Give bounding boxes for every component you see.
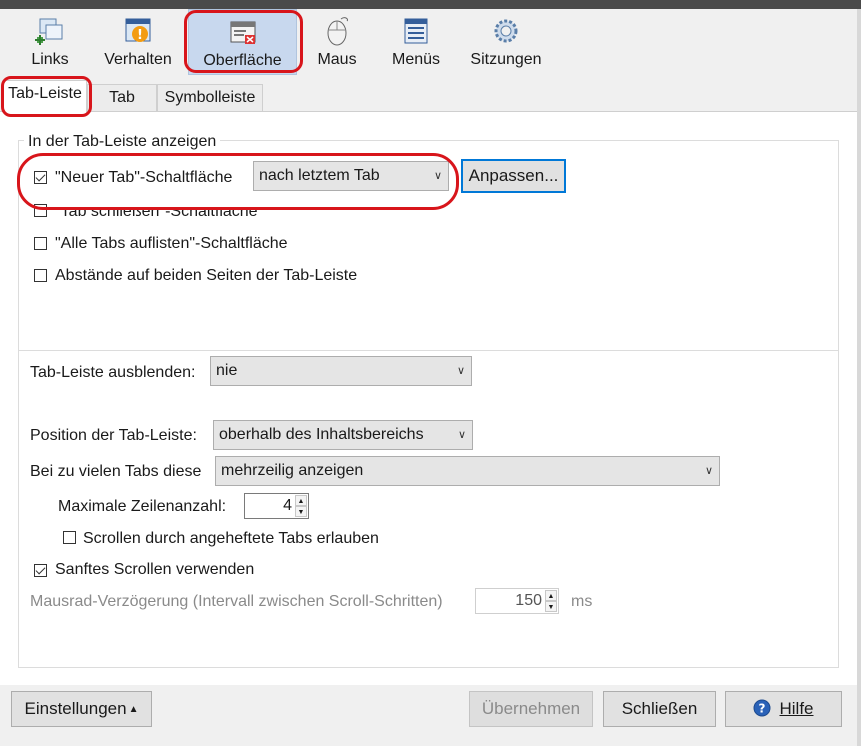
svg-text:!: ! (137, 28, 143, 43)
links-icon (35, 18, 63, 45)
sessions-icon (494, 19, 518, 43)
smooth-scroll-checkbox[interactable] (34, 564, 47, 577)
tab-tab-label: Tab (109, 89, 135, 106)
chevron-down-icon: ∨ (457, 429, 466, 441)
help-icon: ? (753, 699, 771, 717)
spin-up-icon[interactable]: ▲ (545, 590, 557, 601)
smooth-scroll-label: Sanftes Scrollen verwenden (55, 561, 255, 578)
window-right-edge (857, 9, 861, 746)
spacing-checkbox[interactable] (34, 269, 47, 282)
scroll-pinned-checkbox[interactable] (63, 531, 76, 544)
hide-tabbar-value: nie (216, 362, 238, 379)
tab-symbolleiste-label: Symbolleiste (164, 89, 256, 106)
scroll-pinned-label: Scrollen durch angeheftete Tabs erlauben (83, 530, 379, 547)
max-rows-label: Maximale Zeilenanzahl: (58, 498, 227, 515)
behavior-icon: ! (125, 18, 151, 43)
help-label: Hilfe (779, 699, 814, 718)
category-toolbar: Links ! Verhalten Oberfläche Maus Menüs … (0, 9, 857, 75)
tab-tab[interactable]: Tab (87, 84, 157, 112)
toolbar-mouse-label: Maus (317, 51, 357, 68)
wheel-delay-value: 150 (515, 592, 542, 609)
tab-symbolleiste[interactable]: Symbolleiste (157, 84, 263, 112)
menus-icon (404, 18, 428, 44)
many-tabs-select[interactable]: mehrzeilig anzeigen ∨ (215, 456, 720, 486)
close-button[interactable]: Schließen (603, 691, 716, 727)
subtabs: Tab-Leiste Tab Symbolleiste (0, 80, 857, 113)
tabbar-position-select[interactable]: oberhalb des Inhaltsbereichs ∨ (213, 420, 473, 450)
toolbar-menus-button[interactable]: Menüs (386, 9, 446, 75)
wheel-delay-label: Mausrad-Verzögerung (Intervall zwischen … (30, 593, 443, 610)
highlight-appearance (184, 10, 303, 73)
settings-menu-label: Einstellungen (24, 699, 127, 718)
settings-menu-button[interactable]: Einstellungen ▲ (11, 691, 152, 727)
show-in-tabbar-title: In der Tab-Leiste anzeigen (24, 133, 221, 151)
toolbar-mouse-button[interactable]: Maus (312, 9, 362, 75)
toolbar-behavior-button[interactable]: ! Verhalten (100, 9, 176, 75)
help-button[interactable]: ? Hilfe (725, 691, 842, 727)
hide-tabbar-select[interactable]: nie ∨ (210, 356, 472, 386)
wheel-delay-spinner[interactable]: 150 ▲ ▼ (475, 588, 559, 614)
svg-text:?: ? (759, 702, 766, 716)
toolbar-menus-label: Menüs (391, 51, 441, 68)
hide-tabbar-label: Tab-Leiste ausblenden: (30, 364, 196, 381)
bottom-bar: Einstellungen ▲ Übernehmen Schließen ? Hi… (0, 685, 857, 746)
spin-down-icon[interactable]: ▼ (295, 506, 307, 517)
caret-up-icon: ▲ (128, 704, 139, 715)
toolbar-links-button[interactable]: Links (18, 9, 82, 75)
many-tabs-label: Bei zu vielen Tabs diese (30, 463, 202, 480)
toolbar-behavior-label: Verhalten (104, 51, 172, 68)
spin-up-icon[interactable]: ▲ (295, 495, 307, 506)
max-rows-spinner[interactable]: 4 ▲ ▼ (244, 493, 309, 519)
all-tabs-label: "Alle Tabs auflisten"-Schaltfläche (55, 235, 288, 252)
window-top-border (0, 0, 861, 9)
wheel-delay-unit: ms (571, 593, 593, 610)
spacing-label: Abstände auf beiden Seiten der Tab-Leist… (55, 267, 358, 284)
toolbar-sessions-label: Sitzungen (470, 51, 542, 68)
apply-button[interactable]: Übernehmen (469, 691, 593, 727)
highlight-tab-leiste (1, 76, 92, 117)
toolbar-sessions-button[interactable]: Sitzungen (466, 9, 546, 75)
chevron-down-icon: ∨ (704, 465, 713, 477)
tabbar-position-label: Position der Tab-Leiste: (30, 427, 197, 444)
highlight-new-tab-row (17, 153, 459, 210)
tabbar-position-value: oberhalb des Inhaltsbereichs (219, 426, 424, 443)
max-rows-value: 4 (283, 497, 292, 514)
mouse-icon (327, 17, 348, 46)
chevron-down-icon: ∨ (456, 365, 465, 377)
toolbar-links-label: Links (31, 51, 69, 68)
customize-button[interactable]: Anpassen... (461, 159, 566, 193)
spin-down-icon[interactable]: ▼ (545, 601, 557, 612)
many-tabs-value: mehrzeilig anzeigen (221, 462, 364, 479)
all-tabs-checkbox[interactable] (34, 237, 47, 250)
